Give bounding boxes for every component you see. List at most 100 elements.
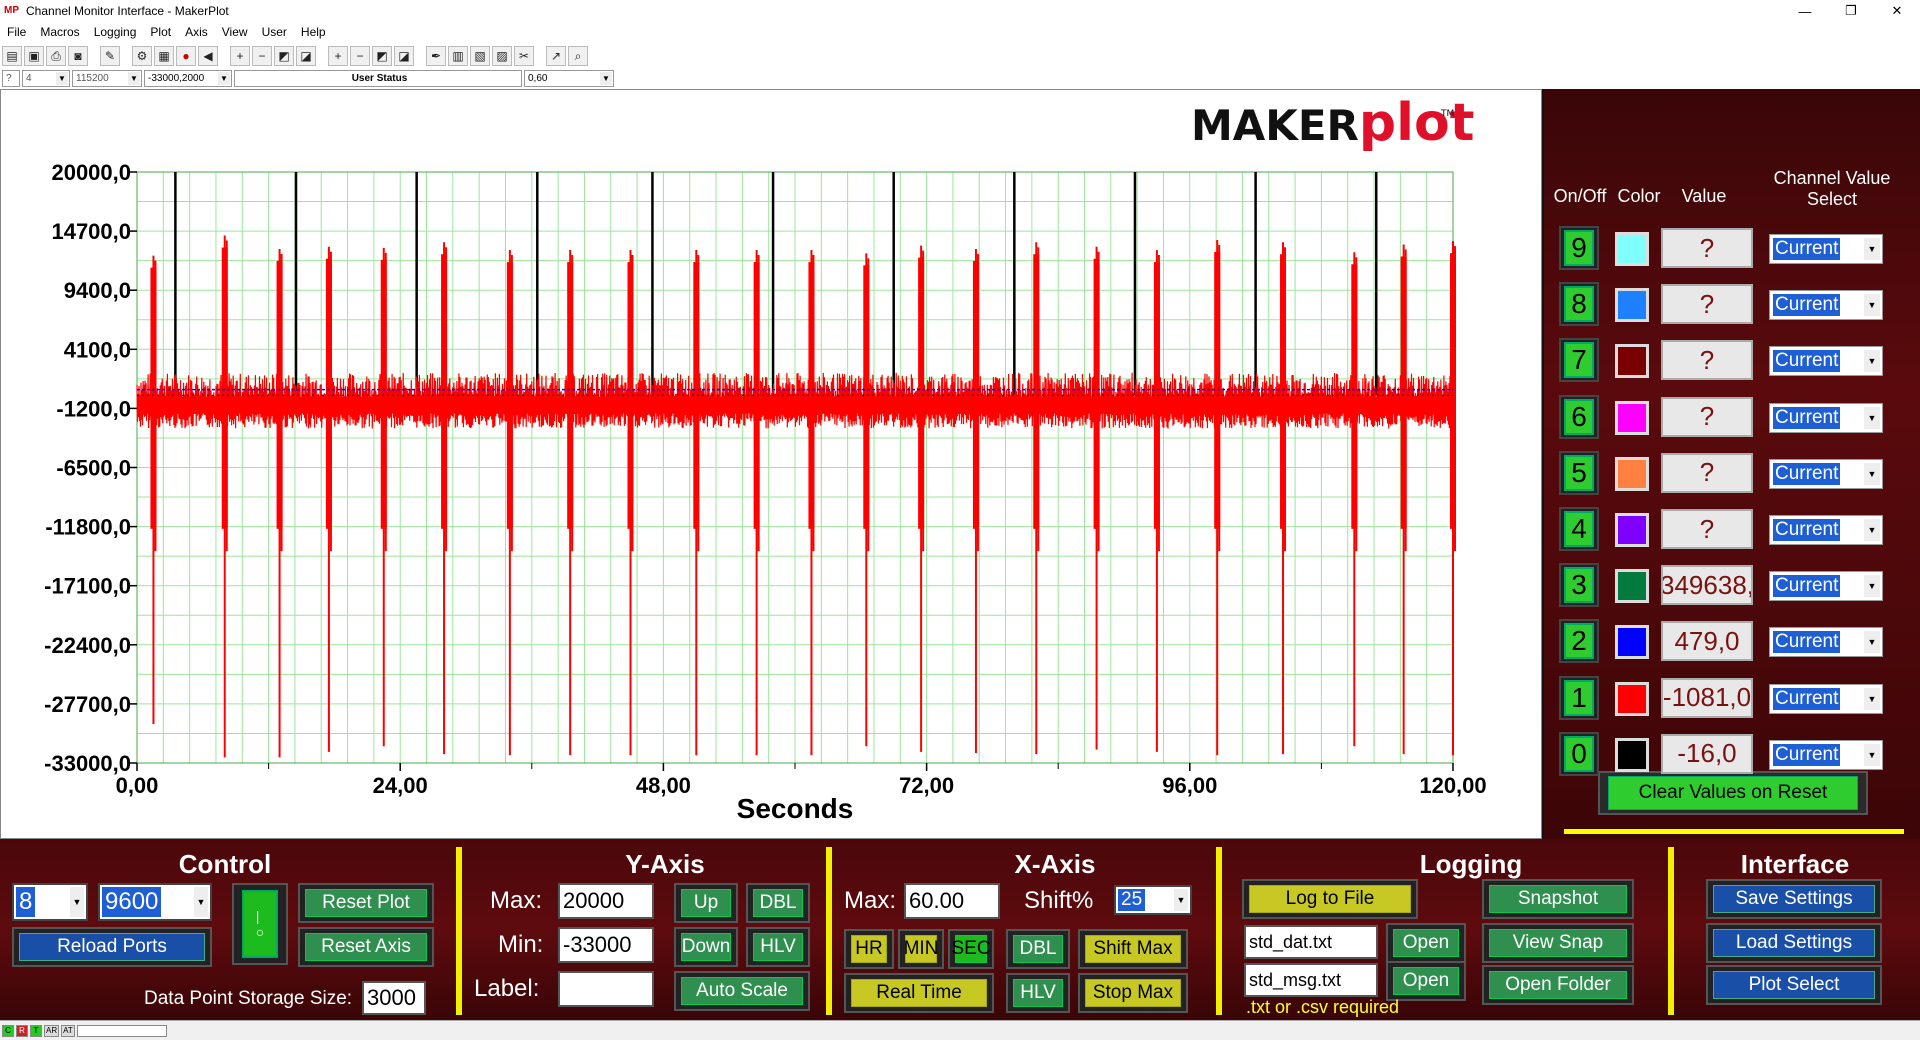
port-dropdown[interactable]: 8 ▼: [12, 883, 88, 921]
load-settings-button[interactable]: Load Settings: [1706, 923, 1882, 963]
channel-color-swatch[interactable]: [1615, 569, 1649, 604]
note-icon[interactable]: ▧: [470, 46, 490, 66]
shift-dropdown[interactable]: 25 ▼: [1114, 885, 1192, 915]
plot-chart[interactable]: MAKERplotTM 20000,0 14700,0 9400,0 4100,0 -12…: [1, 90, 1541, 838]
channel-toggle-button[interactable]: 9: [1559, 226, 1599, 270]
x-shift-left-icon[interactable]: ◩: [372, 46, 392, 66]
channel-color-swatch[interactable]: [1615, 400, 1649, 435]
open-icon[interactable]: ▤: [2, 46, 22, 66]
print-icon[interactable]: ⎙: [46, 46, 66, 66]
reset-axis-button[interactable]: Reset Axis: [298, 927, 434, 967]
connect-toggle[interactable]: | ○: [232, 883, 288, 965]
real-time-button[interactable]: Real Time: [844, 973, 994, 1013]
menu-logging[interactable]: Logging: [87, 25, 144, 39]
maximize-button[interactable]: ❐: [1828, 0, 1874, 22]
grid-icon[interactable]: ▥: [448, 46, 468, 66]
channel-toggle-button[interactable]: 3: [1559, 563, 1599, 608]
baud-dropdown[interactable]: 9600 ▼: [98, 883, 212, 921]
back-arrow-icon[interactable]: ◀: [198, 46, 218, 66]
cursor-icon[interactable]: ↗: [546, 46, 566, 66]
channel-select-dropdown[interactable]: Current ▼: [1769, 234, 1883, 264]
clear-values-button[interactable]: Clear Values on Reset: [1598, 771, 1868, 815]
save-settings-button[interactable]: Save Settings: [1706, 879, 1882, 919]
log-to-file-button[interactable]: Log to File: [1242, 879, 1418, 919]
channel-color-swatch[interactable]: [1615, 625, 1649, 660]
y-down-button[interactable]: Down: [674, 927, 738, 967]
plot-panel[interactable]: MAKERplot TM 20000,0 14700,0 9400,0 4100,0 -12…: [0, 89, 1542, 839]
minimize-button[interactable]: —: [1782, 0, 1828, 22]
wand-icon[interactable]: ✎: [100, 46, 120, 66]
channel-select-dropdown[interactable]: Current ▼: [1769, 627, 1883, 658]
x-dbl-button[interactable]: DBL: [1006, 929, 1070, 969]
y-shift-up-icon[interactable]: ◩: [274, 46, 294, 66]
min-button[interactable]: MIN: [898, 929, 944, 969]
y-dbl-button[interactable]: DBL: [746, 883, 810, 923]
channel-select-dropdown[interactable]: Current ▼: [1769, 290, 1883, 321]
menu-user[interactable]: User: [255, 25, 294, 39]
tools-icon[interactable]: ✂: [514, 46, 534, 66]
channel-select-dropdown[interactable]: Current ▼: [1769, 515, 1883, 545]
channel-color-swatch[interactable]: [1615, 288, 1649, 323]
channel-color-swatch[interactable]: [1615, 344, 1649, 379]
ymax-input[interactable]: 20000: [558, 883, 654, 919]
baud-select[interactable]: 115200 ▼: [72, 69, 142, 87]
save-icon[interactable]: ▣: [24, 46, 44, 66]
menu-macros[interactable]: Macros: [33, 25, 86, 39]
snapshot-button[interactable]: Snapshot: [1482, 879, 1634, 919]
zoom-out-x-icon[interactable]: −: [350, 46, 370, 66]
channel-toggle-button[interactable]: 7: [1559, 338, 1599, 383]
open-folder-button[interactable]: Open Folder: [1482, 965, 1634, 1005]
zoom-in-y-icon[interactable]: +: [230, 46, 250, 66]
channel-toggle-button[interactable]: 5: [1559, 450, 1599, 495]
channel-select-dropdown[interactable]: Current ▼: [1769, 683, 1883, 714]
channel-toggle-button[interactable]: 4: [1559, 507, 1599, 551]
zoom-out-y-icon[interactable]: −: [252, 46, 272, 66]
reload-ports-button[interactable]: Reload Ports: [12, 927, 212, 967]
x-shift-right-icon[interactable]: ◪: [394, 46, 414, 66]
y-up-button[interactable]: Up: [674, 883, 738, 923]
open-msg-button[interactable]: Open: [1386, 961, 1466, 1001]
channel-color-swatch[interactable]: [1615, 456, 1649, 491]
hr-button[interactable]: HR: [844, 929, 894, 969]
help-field[interactable]: ?: [2, 69, 20, 87]
monitor-icon[interactable]: ▦: [154, 46, 174, 66]
plot-select-button[interactable]: Plot Select: [1706, 965, 1882, 1005]
channel-toggle-button[interactable]: 1: [1559, 675, 1599, 720]
x-range-select[interactable]: 0,60 ▼: [524, 69, 614, 87]
channel-color-swatch[interactable]: [1615, 737, 1649, 772]
channel-color-swatch[interactable]: [1615, 513, 1649, 547]
menu-axis[interactable]: Axis: [178, 25, 215, 39]
x-hlv-button[interactable]: HLV: [1006, 973, 1070, 1013]
ylabel-input[interactable]: [558, 971, 654, 1007]
xmax-input[interactable]: 60.00: [904, 883, 1000, 919]
channel-color-swatch[interactable]: [1615, 681, 1649, 716]
channel-toggle-button[interactable]: 8: [1559, 282, 1599, 327]
y-hlv-button[interactable]: HLV: [746, 927, 810, 967]
menu-view[interactable]: View: [215, 25, 255, 39]
zoom-in-x-icon[interactable]: +: [328, 46, 348, 66]
y-range-select[interactable]: -33000,2000 ▼: [144, 69, 232, 87]
pen-icon[interactable]: ✒: [426, 46, 446, 66]
y-shift-down-icon[interactable]: ◪: [296, 46, 316, 66]
channel-select-dropdown[interactable]: Current ▼: [1769, 346, 1883, 377]
stop-max-button[interactable]: Stop Max: [1078, 973, 1188, 1013]
view-snap-button[interactable]: View Snap: [1482, 923, 1634, 963]
channel-toggle-button[interactable]: 0: [1559, 731, 1599, 776]
channel-select-dropdown[interactable]: Current ▼: [1769, 571, 1883, 602]
auto-scale-button[interactable]: Auto Scale: [674, 971, 810, 1011]
msg-file-input[interactable]: std_msg.txt: [1244, 963, 1378, 997]
port-select[interactable]: 4 ▼: [22, 69, 70, 87]
open-dat-button[interactable]: Open: [1386, 923, 1466, 963]
channel-select-dropdown[interactable]: Current ▼: [1769, 402, 1883, 433]
close-button[interactable]: ✕: [1874, 0, 1920, 22]
channel-toggle-button[interactable]: 2: [1559, 619, 1599, 664]
connect-icon[interactable]: ⚙: [132, 46, 152, 66]
menu-file[interactable]: File: [0, 25, 33, 39]
zoom-icon[interactable]: ⌕: [568, 46, 588, 66]
storage-input[interactable]: 3000: [362, 981, 426, 1015]
channel-select-dropdown[interactable]: Current ▼: [1769, 739, 1883, 770]
channel-color-swatch[interactable]: [1615, 232, 1649, 266]
reset-plot-button[interactable]: Reset Plot: [298, 883, 434, 923]
clipboard-icon[interactable]: ▨: [492, 46, 512, 66]
menu-help[interactable]: Help: [294, 25, 333, 39]
